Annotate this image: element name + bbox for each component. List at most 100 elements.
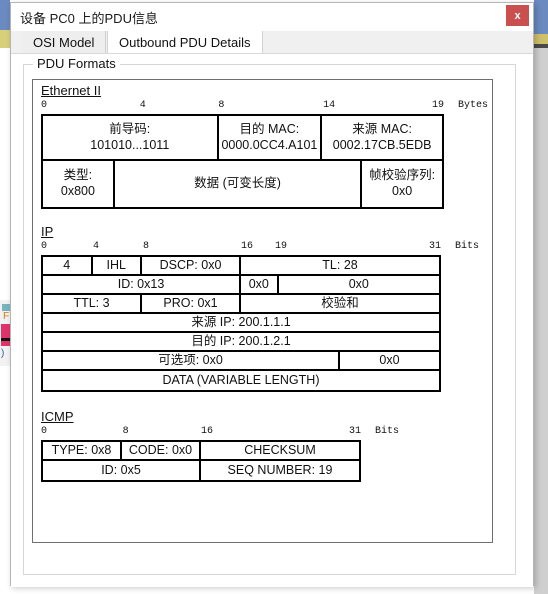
packet-field: 4 [43,257,93,274]
protocol-section-ip: IP 0 4 8 16 19 31 Bits 4 IHL DSCP: 0x0 TL: 28 ID: 0x… [41,223,479,392]
packet-field-text: 数据 (可变长度) [194,176,281,191]
ruler-tick-icmp-16: 16 [201,426,214,437]
ruler-tick-ip-31: 31 [428,241,441,252]
packet-field: TYPE: 0x8 [43,442,122,459]
dialog-body: PDU Formats Ethernet II 0 4 8 14 19 Bytes 前导码: 1… [11,54,533,587]
packet-field: CODE: 0x0 [122,442,201,459]
packet-field-text: PRO: 0x1 [163,295,218,310]
packet-field-text: CHECKSUM [244,442,316,457]
packet-field-text: 帧校验序列: [369,168,436,183]
packet-field-text: DATA (VARIABLE LENGTH) [162,372,320,387]
packet-field-text: SEQ NUMBER: 19 [227,462,333,477]
packet-row: ID: 0x5 SEQ NUMBER: 19 [43,461,359,480]
ruler-tick-ethernet-19: 19 [431,100,444,111]
packet-field: ID: 0x5 [43,461,201,480]
tab-outbound-pdu-details[interactable]: Outbound PDU Details [107,31,263,53]
background-window-left-yellow [0,30,10,48]
ruler-tick-ethernet-14: 14 [323,100,336,111]
packet-field-text: 0002.17CB.5EDB [332,137,432,152]
packet-field-text: TTL: 3 [73,295,110,310]
ruler-tick-ip-4: 4 [93,241,100,252]
packet-row: ID: 0x13 0x0 0x0 [43,276,439,295]
bit-ruler-icmp: 0 8 16 31 Bits [41,426,399,440]
background-right-yellow [534,34,548,44]
section-title-icmp: ICMP [41,409,74,424]
packet-field-text: ID: 0x5 [101,462,141,477]
packet-field-text: 可选项: 0x0 [158,352,223,367]
packet-diagram-icmp: TYPE: 0x8 CODE: 0x0 CHECKSUM ID: 0x5 SEQ NUM… [41,440,361,482]
device-icon-label: F [3,311,10,322]
packet-field-text: 前导码: [109,121,151,136]
packet-field-text: 0x0 [348,276,369,291]
packet-field: CHECKSUM [201,442,359,459]
packet-field: TL: 28 [241,257,439,274]
packet-row: TYPE: 0x8 CODE: 0x0 CHECKSUM [43,442,359,461]
packet-field: IHL [93,257,142,274]
packet-field: 数据 (可变长度) [115,161,363,207]
packet-diagram-ip: 4 IHL DSCP: 0x0 TL: 28 ID: 0x13 0x0 0x0 TTL: 3 P… [41,255,441,392]
background-right-blue [534,0,548,34]
ruler-unit-ethernet: Bytes [458,100,489,111]
packet-row: TTL: 3 PRO: 0x1 校验和 [43,295,439,314]
packet-field-text: DSCP: 0x0 [159,257,222,272]
pdu-formats-label: PDU Formats [33,56,120,71]
packet-field: 0x0 [340,352,439,369]
pdu-information-dialog: 设备 PC0 上的PDU信息 x OSI Model Outbound PDU … [10,2,534,587]
bit-ruler-ip: 0 4 8 16 19 31 Bits [41,241,479,255]
packet-row: 前导码: 101010...1011 目的 MAC: 0000.0CC4.A101 来源… [43,116,442,161]
dialog-title: 设备 PC0 上的PDU信息 [20,11,158,26]
device-icon-caption: ) [1,348,5,359]
packet-field: 0x0 [241,276,279,293]
packet-field: DSCP: 0x0 [142,257,241,274]
packet-row: 目的 IP: 200.1.2.1 [43,333,439,352]
protocol-section-ethernet: Ethernet II 0 4 8 14 19 Bytes 前导码: 101010...1011… [41,82,488,209]
packet-diagram-ethernet: 前导码: 101010...1011 目的 MAC: 0000.0CC4.A101 来源… [41,114,444,209]
packet-field-text: TL: 28 [322,257,358,272]
packet-field: 前导码: 101010...1011 [43,116,219,159]
packet-row: DATA (VARIABLE LENGTH) [43,371,439,390]
dialog-titlebar[interactable]: 设备 PC0 上的PDU信息 x [11,3,533,31]
packet-field: 帧校验序列: 0x0 [362,161,442,207]
packet-field: 目的 MAC: 0000.0CC4.A101 [219,116,323,159]
packet-field-text: CODE: 0x0 [128,442,193,457]
packet-field: 类型: 0x800 [43,161,115,207]
packet-field-text: 0x0 [392,184,413,198]
ruler-tick-icmp-31: 31 [348,426,361,437]
packet-field: DATA (VARIABLE LENGTH) [43,371,439,390]
ruler-tick-ethernet-4: 4 [139,100,146,111]
packet-field-text: 0x0 [248,276,269,291]
section-title-ip: IP [41,224,54,239]
packet-row: 来源 IP: 200.1.1.1 [43,314,439,333]
packet-field: 目的 IP: 200.1.2.1 [43,333,439,350]
ruler-tick-ip-19: 19 [275,241,288,252]
background-right-strip [534,0,548,594]
protocol-section-icmp: ICMP 0 8 16 31 Bits TYPE: 0x8 CODE: 0x0 CHECKSUM… [41,408,399,482]
packet-field: PRO: 0x1 [142,295,241,312]
packet-field: TTL: 3 [43,295,142,312]
close-icon[interactable]: x [506,5,529,26]
packet-field-text: 0x0 [379,352,400,367]
background-window-left-blue [0,0,10,30]
packet-field: 可选项: 0x0 [43,352,340,369]
tab-osi-model[interactable]: OSI Model [22,31,107,53]
packet-field: 0x0 [279,276,439,293]
packet-field: 来源 MAC: 0002.17CB.5EDB [322,116,442,159]
packet-field: 来源 IP: 200.1.1.1 [43,314,439,331]
bit-ruler-ethernet: 0 4 8 14 19 Bytes [41,100,488,114]
packet-row: 可选项: 0x0 0x0 [43,352,439,371]
ruler-unit-icmp: Bits [375,426,400,437]
packet-row: 类型: 0x800 数据 (可变长度) 帧校验序列: 0x0 [43,161,442,207]
packet-field-text: ID: 0x13 [117,276,165,291]
packet-field-text: 4 [63,257,71,272]
ruler-tick-ip-16: 16 [241,241,254,252]
ruler-tick-icmp-0: 0 [41,426,48,437]
pdu-diagram-panel: Ethernet II 0 4 8 14 19 Bytes 前导码: 101010...1011… [32,79,493,543]
packet-field-text: 校验和 [321,295,359,310]
packet-field: 校验和 [241,295,439,312]
ruler-tick-icmp-8: 8 [122,426,129,437]
ruler-tick-ethernet-8: 8 [218,100,225,111]
ruler-tick-ip-0: 0 [41,241,48,252]
packet-field-text: 0x800 [60,184,95,198]
background-right-dark [534,44,548,48]
packet-row: 4 IHL DSCP: 0x0 TL: 28 [43,257,439,276]
